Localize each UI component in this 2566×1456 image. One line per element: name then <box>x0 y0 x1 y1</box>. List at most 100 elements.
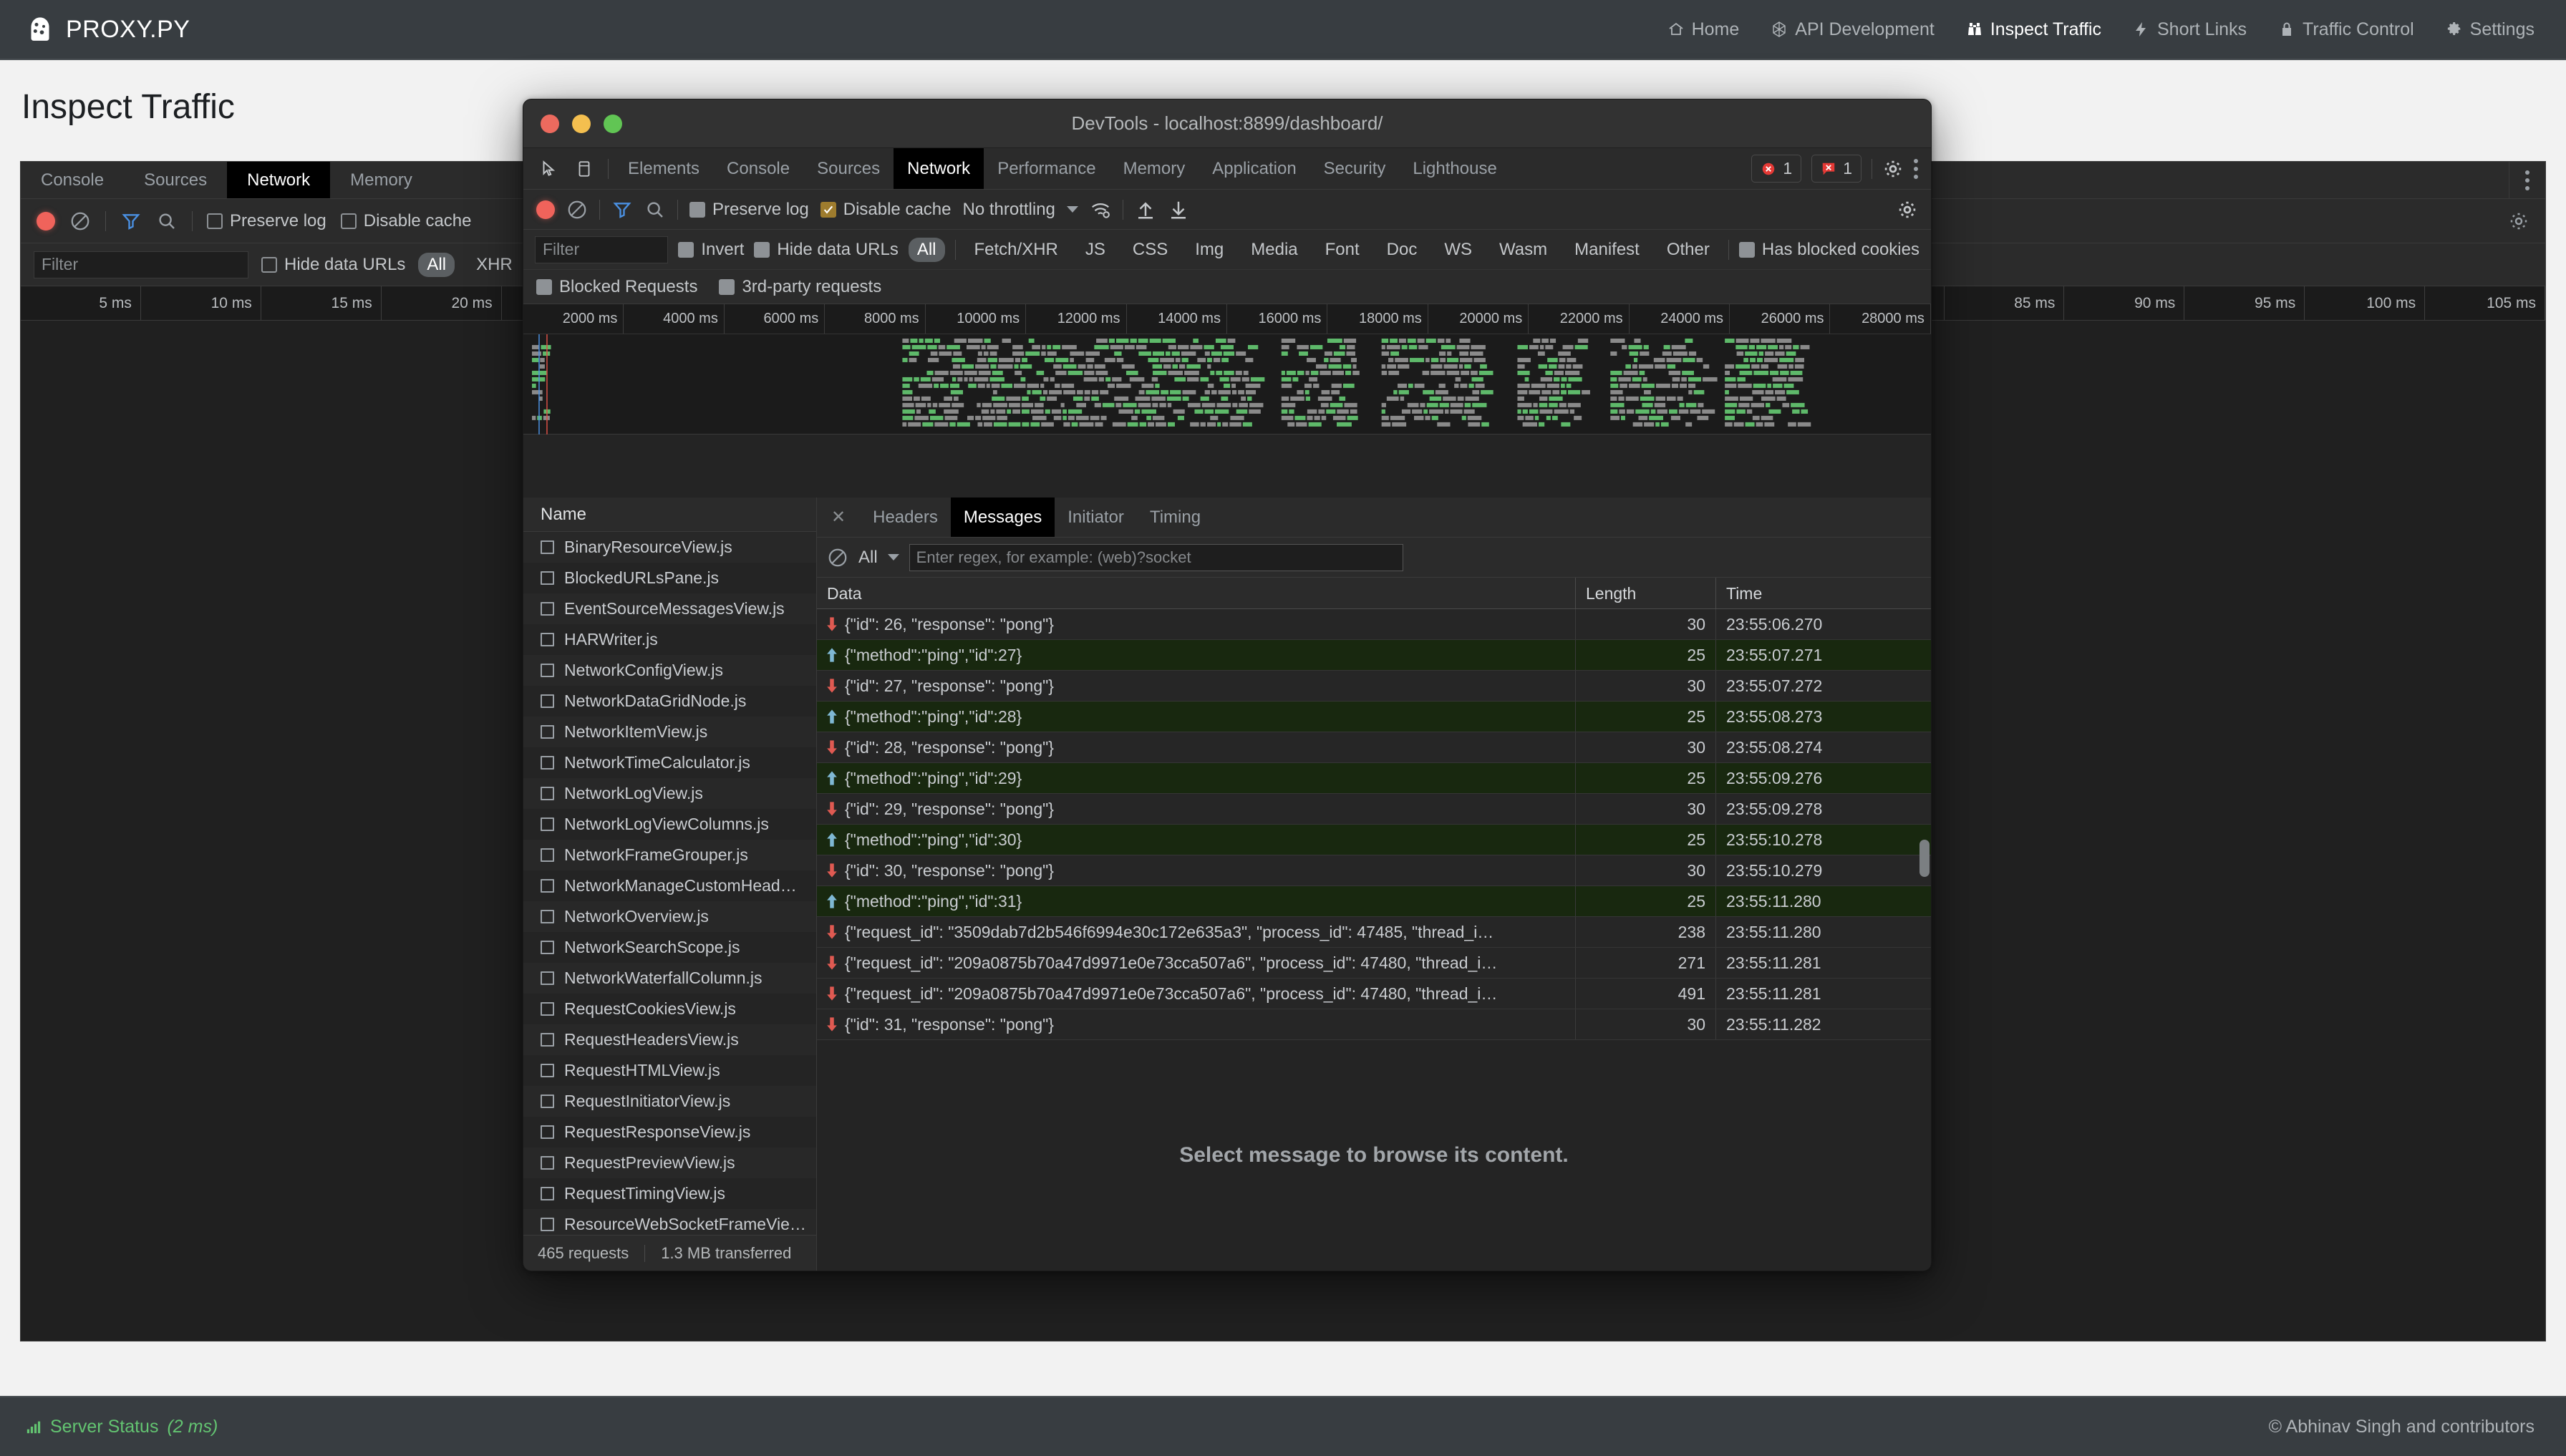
detail-tab-headers[interactable]: Headers <box>860 498 951 537</box>
message-row[interactable]: {"id": 31, "response": "pong"}3023:55:11… <box>817 1009 1931 1040</box>
search-icon[interactable] <box>644 199 666 220</box>
minimize-button[interactable] <box>572 115 591 133</box>
detail-tab-initiator[interactable]: Initiator <box>1055 498 1137 537</box>
nav-item-settings[interactable]: Settings <box>2446 19 2534 40</box>
tab-security[interactable]: Security <box>1310 148 1400 189</box>
clear-filter-icon[interactable] <box>827 547 848 568</box>
brand[interactable]: PROXY.PY <box>26 15 190 44</box>
request-list-item[interactable]: RequestHTMLView.js <box>523 1055 816 1086</box>
throttling-select[interactable]: No throttling <box>962 200 1055 220</box>
hide-data-urls-checkbox[interactable]: Hide data URLs <box>754 240 898 260</box>
record-icon[interactable] <box>37 212 55 230</box>
bg-type-chip-xhr[interactable]: XHR <box>468 253 521 277</box>
type-chip-manifest[interactable]: Manifest <box>1566 238 1648 262</box>
bg-tab-sources[interactable]: Sources <box>124 162 227 198</box>
tab-sources[interactable]: Sources <box>803 148 894 189</box>
request-list-item[interactable]: NetworkItemView.js <box>523 717 816 747</box>
message-row[interactable]: {"method":"ping","id":31}2523:55:11.280 <box>817 886 1931 917</box>
nav-item-home[interactable]: Home <box>1667 19 1740 40</box>
message-row[interactable]: {"request_id": "3509dab7d2b546f6994e30c1… <box>817 917 1931 948</box>
record-icon[interactable] <box>536 200 555 219</box>
inspect-element-button[interactable] <box>523 148 566 189</box>
kebab-menu-icon[interactable] <box>1914 159 1918 179</box>
message-row[interactable]: {"id": 29, "response": "pong"}3023:55:09… <box>817 794 1931 825</box>
type-chip-media[interactable]: Media <box>1242 238 1306 262</box>
request-list-item[interactable]: RequestTimingView.js <box>523 1178 816 1209</box>
clear-icon[interactable] <box>69 210 91 232</box>
column-header-length[interactable]: Length <box>1576 578 1716 609</box>
tab-elements[interactable]: Elements <box>614 148 713 189</box>
third-party-requests-checkbox[interactable]: 3rd-party requests <box>719 277 881 297</box>
type-chip-doc[interactable]: Doc <box>1378 238 1426 262</box>
message-row[interactable]: {"method":"ping","id":29}2523:55:09.276 <box>817 763 1931 794</box>
search-icon[interactable] <box>156 210 178 232</box>
tab-network[interactable]: Network <box>894 148 984 189</box>
type-chip-css[interactable]: CSS <box>1124 238 1176 262</box>
has-blocked-cookies-checkbox[interactable]: Has blocked cookies <box>1739 240 1919 260</box>
request-list-item[interactable]: RequestHeadersView.js <box>523 1024 816 1055</box>
request-list-item[interactable]: BinaryResourceView.js <box>523 532 816 563</box>
clear-icon[interactable] <box>566 199 588 220</box>
request-list-item[interactable]: NetworkManageCustomHead… <box>523 870 816 901</box>
bg-type-chip-all[interactable]: All <box>418 253 455 277</box>
funnel-icon[interactable] <box>120 210 142 232</box>
request-list-item[interactable]: NetworkSearchScope.js <box>523 932 816 963</box>
request-list-item[interactable]: NetworkConfigView.js <box>523 655 816 686</box>
message-row[interactable]: {"method":"ping","id":28}2523:55:08.273 <box>817 702 1931 732</box>
type-chip-all[interactable]: All <box>909 238 945 262</box>
tab-lighthouse[interactable]: Lighthouse <box>1399 148 1510 189</box>
request-list-item[interactable]: NetworkFrameGrouper.js <box>523 840 816 870</box>
message-row[interactable]: {"request_id": "209a0875b70a47d9971e0e73… <box>817 948 1931 979</box>
message-row[interactable]: {"method":"ping","id":27}2523:55:07.271 <box>817 640 1931 671</box>
messages-scrollbar[interactable] <box>1919 840 1930 877</box>
type-chip-wasm[interactable]: Wasm <box>1491 238 1556 262</box>
issue-badge[interactable]: 1 <box>1811 155 1861 183</box>
message-type-filter[interactable]: All <box>858 548 878 568</box>
bg-tab-memory[interactable]: Memory <box>330 162 432 198</box>
network-overview[interactable]: 2000 ms 4000 ms 6000 ms 8000 ms 10000 ms… <box>523 304 1931 435</box>
message-row[interactable]: {"id": 27, "response": "pong"}3023:55:07… <box>817 671 1931 702</box>
request-list-item[interactable]: BlockedURLsPane.js <box>523 563 816 593</box>
preserve-log-checkbox[interactable]: Preserve log <box>689 200 809 220</box>
device-toolbar-button[interactable] <box>566 148 602 189</box>
error-badge[interactable]: 1 <box>1751 155 1801 183</box>
invert-checkbox[interactable]: Invert <box>678 240 744 260</box>
request-list-item[interactable]: HARWriter.js <box>523 624 816 655</box>
type-chip-fetch-xhr[interactable]: Fetch/XHR <box>966 238 1067 262</box>
column-header-data[interactable]: Data <box>817 578 1576 609</box>
request-list-item[interactable]: RequestResponseView.js <box>523 1117 816 1147</box>
tab-performance[interactable]: Performance <box>984 148 1109 189</box>
gear-icon[interactable] <box>2508 210 2529 232</box>
tab-console[interactable]: Console <box>713 148 803 189</box>
server-status[interactable]: Server Status (2 ms) <box>26 1417 218 1437</box>
kebab-menu-icon[interactable] <box>2525 170 2529 190</box>
request-list-item[interactable]: NetworkLogView.js <box>523 778 816 809</box>
funnel-icon[interactable] <box>611 199 633 220</box>
bg-filter-input[interactable]: Filter <box>34 251 248 278</box>
message-row[interactable]: {"id": 26, "response": "pong"}3023:55:06… <box>817 609 1931 640</box>
bg-preserve-log-checkbox[interactable]: Preserve log <box>207 211 326 231</box>
request-list-item[interactable]: NetworkLogViewColumns.js <box>523 809 816 840</box>
maximize-button[interactable] <box>604 115 622 133</box>
request-list-item[interactable]: NetworkDataGridNode.js <box>523 686 816 717</box>
nav-item-short-links[interactable]: Short Links <box>2133 19 2247 40</box>
bg-disable-cache-checkbox[interactable]: Disable cache <box>341 211 472 231</box>
request-list-item[interactable]: RequestInitiatorView.js <box>523 1086 816 1117</box>
type-chip-img[interactable]: Img <box>1186 238 1232 262</box>
wifi-settings-icon[interactable] <box>1090 199 1111 220</box>
chevron-down-icon[interactable] <box>1067 206 1078 213</box>
tab-memory[interactable]: Memory <box>1110 148 1199 189</box>
type-chip-other[interactable]: Other <box>1658 238 1718 262</box>
nav-item-inspect-traffic[interactable]: Inspect Traffic <box>1966 19 2101 40</box>
requests-file-list[interactable]: BinaryResourceView.jsBlockedURLsPane.jsE… <box>523 532 816 1235</box>
request-list-item[interactable]: EventSourceMessagesView.js <box>523 593 816 624</box>
message-row[interactable]: {"method":"ping","id":30}2523:55:10.278 <box>817 825 1931 855</box>
bg-tab-console[interactable]: Console <box>21 162 124 198</box>
request-list-item[interactable]: NetworkTimeCalculator.js <box>523 747 816 778</box>
type-chip-js[interactable]: JS <box>1077 238 1114 262</box>
message-row[interactable]: {"id": 30, "response": "pong"}3023:55:10… <box>817 855 1931 886</box>
request-list-item[interactable]: ResourceWebSocketFrameVie… <box>523 1209 816 1235</box>
disable-cache-checkbox[interactable]: Disable cache <box>820 200 952 220</box>
request-list-item[interactable]: RequestPreviewView.js <box>523 1147 816 1178</box>
gear-icon[interactable] <box>1897 199 1918 220</box>
